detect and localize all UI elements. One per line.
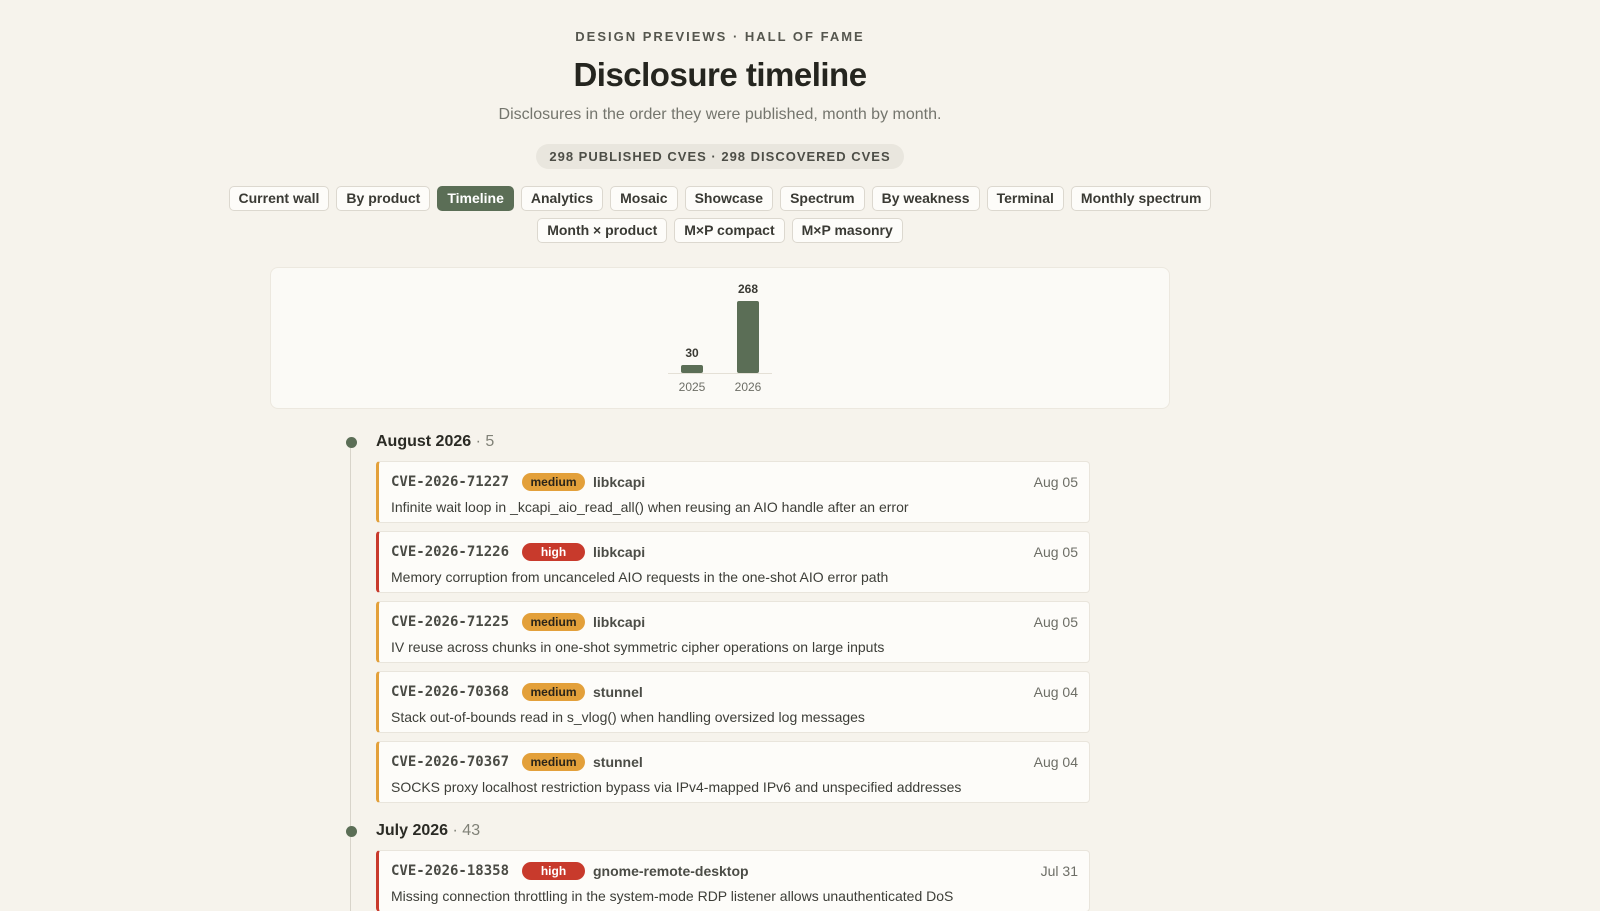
- tab-current-wall[interactable]: Current wall: [228, 186, 330, 211]
- published-date: Aug 05: [1033, 614, 1078, 630]
- month-header: July 2026 · 43: [376, 822, 480, 840]
- bar-value-label: 268: [738, 282, 758, 296]
- severity-badge: medium: [522, 473, 585, 491]
- published-date: Aug 05: [1033, 474, 1078, 490]
- tab-mxp-compact[interactable]: M×P compact: [674, 218, 785, 243]
- cve-card[interactable]: CVE-2026-70368 medium stunnel Aug 04 Sta…: [376, 671, 1090, 733]
- page-title: Disclosure timeline: [573, 56, 867, 93]
- tab-spectrum[interactable]: Spectrum: [780, 186, 865, 211]
- view-tabs: Current wall By product Timeline Analyti…: [170, 186, 1270, 243]
- cve-description: Missing connection throttling in the sys…: [391, 888, 954, 904]
- cve-card[interactable]: CVE-2026-71225 medium libkcapi Aug 05 IV…: [376, 601, 1090, 663]
- published-date: Jul 31: [1040, 863, 1078, 879]
- cve-card[interactable]: CVE-2026-18358 high gnome-remote-desktop…: [376, 850, 1090, 911]
- product-name: stunnel: [593, 684, 643, 700]
- tab-mxp-masonry[interactable]: M×P masonry: [791, 218, 903, 243]
- tab-timeline[interactable]: Timeline: [437, 186, 514, 211]
- tab-showcase[interactable]: Showcase: [684, 186, 774, 211]
- tab-mosaic[interactable]: Mosaic: [610, 186, 678, 211]
- cve-description: Stack out-of-bounds read in s_vlog() whe…: [391, 709, 865, 725]
- severity-badge: medium: [522, 613, 585, 631]
- month-header: August 2026 · 5: [376, 433, 494, 451]
- cve-description: SOCKS proxy localhost restriction bypass…: [391, 779, 962, 795]
- published-date: Aug 05: [1033, 544, 1078, 560]
- product-name: libkcapi: [593, 614, 646, 630]
- stats-badge: 298 PUBLISHED CVES · 298 DISCOVERED CVES: [536, 144, 904, 169]
- cve-id[interactable]: CVE-2026-71225: [391, 614, 509, 630]
- cve-card[interactable]: CVE-2026-70367 medium stunnel Aug 04 SOC…: [376, 741, 1090, 803]
- product-name: libkcapi: [593, 544, 646, 560]
- cve-card[interactable]: CVE-2026-71227 medium libkcapi Aug 05 In…: [376, 461, 1090, 523]
- cve-id[interactable]: CVE-2026-18358: [391, 863, 509, 879]
- page-eyebrow: DESIGN PREVIEWS · HALL OF FAME: [575, 29, 865, 44]
- cve-id[interactable]: CVE-2026-70368: [391, 684, 509, 700]
- page-subtitle: Disclosures in the order they were publi…: [498, 106, 942, 123]
- cve-card[interactable]: CVE-2026-71226 high libkcapi Aug 05 Memo…: [376, 531, 1090, 593]
- timeline-line: [350, 442, 351, 911]
- severity-badge: medium: [522, 753, 585, 771]
- year-bar-chart: 30 2025 268 2026: [668, 282, 772, 394]
- year-bar-2025[interactable]: [681, 364, 703, 373]
- severity-badge: medium: [522, 683, 585, 701]
- month-count: · 43: [452, 822, 481, 839]
- cve-id[interactable]: CVE-2026-71226: [391, 544, 509, 560]
- cve-description: Memory corruption from uncanceled AIO re…: [391, 569, 889, 585]
- cve-description: IV reuse across chunks in one-shot symme…: [391, 639, 885, 655]
- product-name: stunnel: [593, 754, 643, 770]
- product-name: gnome-remote-desktop: [593, 863, 749, 879]
- tab-terminal[interactable]: Terminal: [986, 186, 1064, 211]
- cve-id[interactable]: CVE-2026-70367: [391, 754, 509, 770]
- product-name: libkcapi: [593, 474, 646, 490]
- month-count: · 5: [475, 433, 495, 450]
- year-chart-card: 30 2025 268 2026: [270, 267, 1170, 409]
- tab-analytics[interactable]: Analytics: [520, 186, 604, 211]
- month-dot: [346, 826, 357, 837]
- year-bar-2026[interactable]: [737, 301, 759, 373]
- month-dot: [346, 437, 357, 448]
- published-date: Aug 04: [1033, 754, 1078, 770]
- x-tick-label: 2025: [679, 380, 706, 394]
- severity-badge: high: [522, 862, 585, 880]
- x-tick-label: 2026: [735, 380, 762, 394]
- stats-row: 298 PUBLISHED CVES · 298 DISCOVERED CVES: [0, 144, 1440, 169]
- cve-id[interactable]: CVE-2026-71227: [391, 474, 509, 490]
- tab-by-product[interactable]: By product: [336, 186, 431, 211]
- month-name: July 2026: [376, 822, 449, 839]
- tab-monthly-spectrum[interactable]: Monthly spectrum: [1070, 186, 1212, 211]
- severity-badge: high: [522, 543, 585, 561]
- published-date: Aug 04: [1033, 684, 1078, 700]
- cve-description: Infinite wait loop in _kcapi_aio_read_al…: [391, 499, 909, 515]
- tab-month-product[interactable]: Month × product: [537, 218, 668, 243]
- bar-value-label: 30: [685, 346, 699, 360]
- month-name: August 2026: [376, 433, 472, 450]
- tab-by-weakness[interactable]: By weakness: [871, 186, 980, 211]
